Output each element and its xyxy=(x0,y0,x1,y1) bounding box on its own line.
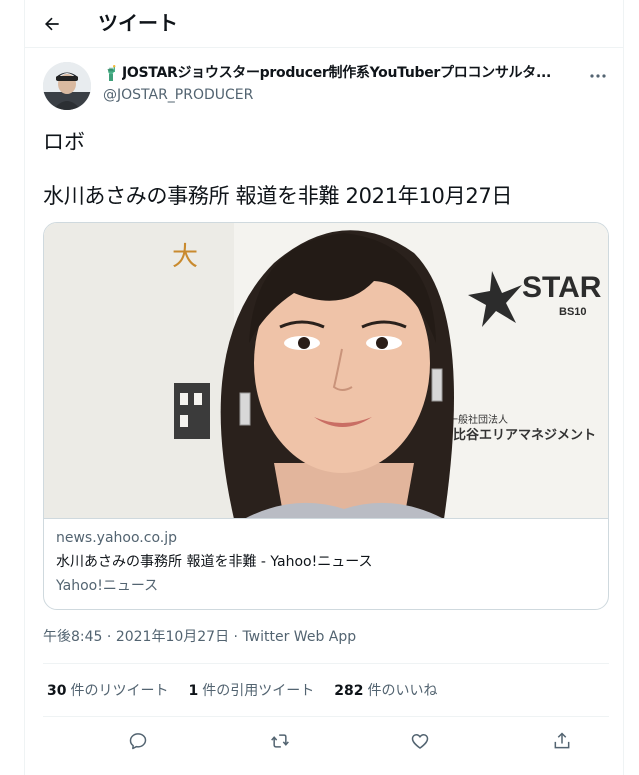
avatar[interactable] xyxy=(43,62,91,110)
tweet-meta: 午後8:45 · 2021年10月27日 · Twitter Web App xyxy=(43,628,356,646)
retweets-label: 件のリツイート xyxy=(70,683,169,699)
tweet-stats: 30 件のリツイート 1 件の引用ツイート 282 件のいいね xyxy=(47,682,437,700)
tweet-detail-column: ツイート JOSTARジョウスターproducer制作系YouTuberプロコン… xyxy=(24,0,624,775)
tweet-text-line-2: 水川あさみの事務所 報道を非難 2021年10月27日 xyxy=(43,184,513,208)
card-title: 水川あさみの事務所 報道を非難 - Yahoo!ニュース xyxy=(56,554,373,570)
quotes-count: 1 xyxy=(188,683,199,699)
org-name-text: 日比谷エリアマネジメント xyxy=(440,427,596,443)
tweet-actions xyxy=(43,718,609,762)
card-domain: news.yahoo.co.jp xyxy=(56,530,177,546)
likes-stat[interactable]: 282 件のいいね xyxy=(334,682,437,700)
avatar-image xyxy=(43,62,91,110)
arrow-left-icon xyxy=(45,17,59,31)
news-photo: 大 STAR BS10 一般社団法人 日比谷エリアマネジメント xyxy=(44,223,608,518)
author-handle[interactable]: @JOSTAR_PRODUCER xyxy=(103,86,253,104)
link-card[interactable]: 大 STAR BS10 一般社団法人 日比谷エリアマネジメント news.yah… xyxy=(43,222,609,610)
share-button[interactable] xyxy=(545,724,579,758)
retweet-button[interactable] xyxy=(263,724,297,758)
author-name-text: JOSTARジョウスターproducer制作系YouTuberプロコンサルタ..… xyxy=(122,65,551,81)
retweet-icon xyxy=(271,734,289,748)
star-logo-text: STAR xyxy=(522,271,602,304)
tweet-date[interactable]: 2021年10月27日 xyxy=(116,628,229,646)
header: ツイート xyxy=(25,0,623,48)
meta-separator: · xyxy=(229,629,243,645)
likes-count: 282 xyxy=(334,683,364,699)
more-icon xyxy=(590,74,606,78)
heart-icon xyxy=(411,734,429,749)
quotes-stat[interactable]: 1 件の引用ツイート xyxy=(188,682,314,700)
tweet-text-line-1: ロボ xyxy=(43,130,85,154)
more-options-button[interactable] xyxy=(581,62,615,90)
quotes-label: 件の引用ツイート xyxy=(202,683,315,699)
retweets-stat[interactable]: 30 件のリツイート xyxy=(47,682,168,700)
back-button[interactable] xyxy=(35,7,69,41)
likes-label: 件のいいね xyxy=(367,683,438,699)
retweets-count: 30 xyxy=(47,683,67,699)
divider xyxy=(43,716,609,717)
svg-text:大: 大 xyxy=(172,242,198,272)
card-source: Yahoo!ニュース xyxy=(56,578,159,594)
page-title: ツイート xyxy=(98,11,178,35)
star-sub-text: BS10 xyxy=(559,306,587,318)
reply-button[interactable] xyxy=(121,724,155,758)
share-icon xyxy=(554,732,570,749)
divider xyxy=(43,663,609,664)
reply-icon xyxy=(129,733,147,750)
author-name[interactable]: JOSTARジョウスターproducer制作系YouTuberプロコンサルタ..… xyxy=(103,64,573,82)
statue-of-liberty-icon xyxy=(107,65,116,81)
card-image: 大 STAR BS10 一般社団法人 日比谷エリアマネジメント xyxy=(44,223,608,519)
meta-separator: · xyxy=(102,629,116,645)
tweet-time[interactable]: 午後8:45 xyxy=(43,628,102,646)
org-small-text: 一般社団法人 xyxy=(448,413,508,426)
tweet-client[interactable]: Twitter Web App xyxy=(242,628,356,646)
like-button[interactable] xyxy=(403,724,437,758)
